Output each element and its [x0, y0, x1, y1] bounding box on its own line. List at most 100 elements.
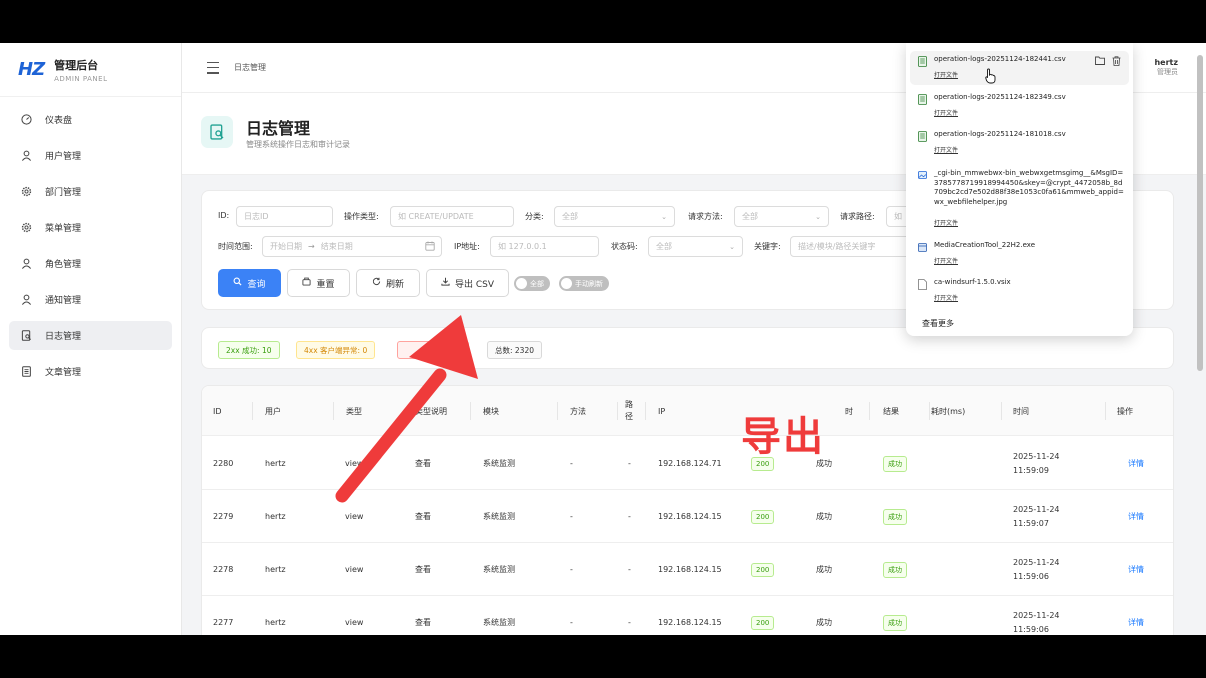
download-actions: [1095, 56, 1121, 69]
article-icon: [20, 366, 32, 378]
result-tag: 成功: [883, 614, 907, 631]
cell-result: 成功: [883, 543, 907, 596]
all-toggle[interactable]: 全部: [514, 276, 550, 291]
id-label: ID:: [218, 211, 230, 220]
csv-file-icon: [918, 131, 927, 142]
sidebar-item-menus[interactable]: 菜单管理: [9, 213, 172, 242]
download-item[interactable]: ca-windsurf-1.5.0.vsix 打开文件: [910, 274, 1129, 308]
cell-path: -: [628, 565, 631, 574]
scrollbar[interactable]: [1197, 55, 1203, 371]
detail-link[interactable]: 详情: [1128, 596, 1144, 635]
query-button[interactable]: 查询: [218, 269, 281, 297]
sidebar: HZ 管理后台 ADMIN PANEL 仪表盘 用户管理 部门管理 菜单管理 角…: [0, 43, 182, 635]
app-logo[interactable]: HZ 管理后台 ADMIN PANEL: [0, 43, 181, 97]
column-divider: [1001, 402, 1002, 420]
manual-refresh-toggle[interactable]: 手动刷新: [559, 276, 609, 291]
refresh-button[interactable]: 刷新: [356, 269, 420, 297]
sidebar-item-label: 角色管理: [45, 260, 82, 270]
open-file-link[interactable]: 打开文件: [934, 218, 958, 227]
column-divider: [557, 402, 558, 420]
cell-type: view: [345, 512, 364, 521]
th-result[interactable]: 结果: [883, 386, 899, 436]
cell-method: -: [570, 618, 573, 627]
sidebar-item-departments[interactable]: 部门管理: [9, 177, 172, 206]
method-select[interactable]: 全部 ⌄: [734, 206, 829, 227]
delete-icon[interactable]: [1112, 56, 1121, 69]
th-method[interactable]: 方法: [570, 386, 586, 436]
th-user[interactable]: 用户: [265, 386, 281, 436]
download-item[interactable]: operation-logs-20251124-181018.csv 打开文件: [910, 126, 1129, 160]
date-range-picker[interactable]: 开始日期 → 结束日期: [262, 236, 442, 257]
download-item[interactable]: MediaCreationTool_22H2.exe 打开文件: [910, 237, 1129, 271]
detail-link[interactable]: 详情: [1128, 490, 1144, 543]
status-tag: 200: [751, 509, 775, 524]
download-filename: ca-windsurf-1.5.0.vsix: [934, 278, 1011, 286]
column-divider: [252, 402, 253, 420]
open-file-link[interactable]: 打开文件: [934, 145, 958, 154]
cell-user: hertz: [265, 618, 286, 627]
cell-date: 2025-11-24: [1013, 504, 1060, 514]
menu-toggle-icon[interactable]: [207, 61, 219, 74]
page-title: 日志管理: [246, 119, 311, 138]
id-input[interactable]: 日志ID: [236, 206, 333, 227]
download-filename: operation-logs-20251124-182349.csv: [934, 93, 1066, 101]
refresh-label: 刷新: [385, 279, 404, 290]
result-tag: 成功: [883, 561, 907, 578]
status-code-select[interactable]: 全部 ⌄: [648, 236, 743, 257]
cell-ip: 192.168.124.15: [658, 565, 722, 574]
th-time[interactable]: 时间: [1013, 386, 1029, 436]
download-item[interactable]: operation-logs-20251124-182349.csv 打开文件: [910, 89, 1129, 123]
th-type-desc[interactable]: 类型说明: [415, 386, 447, 436]
op-type-input[interactable]: 如 CREATE/UPDATE: [390, 206, 514, 227]
sidebar-item-logs[interactable]: 日志管理: [9, 321, 172, 350]
cell-module: 系统监测: [483, 512, 515, 521]
th-status-tail[interactable]: 时: [845, 386, 853, 436]
sidebar-item-users[interactable]: 用户管理: [9, 141, 172, 170]
th-duration[interactable]: 耗时(ms): [931, 386, 965, 436]
open-file-link[interactable]: 打开文件: [934, 293, 958, 302]
ip-input[interactable]: 如 127.0.0.1: [490, 236, 599, 257]
column-divider: [929, 402, 930, 420]
folder-icon[interactable]: [1095, 56, 1105, 69]
download-item[interactable]: operation-logs-20251124-182441.csv 打开文件: [910, 51, 1129, 85]
th-type[interactable]: 类型: [346, 386, 362, 436]
sidebar-item-label: 日志管理: [45, 332, 82, 342]
result-tag: 成功: [883, 508, 907, 525]
cell-module: 系统监测: [483, 618, 515, 627]
th-id[interactable]: ID: [213, 386, 222, 436]
download-item[interactable]: _cgi-bin_mmwebwx-bin_webwxgetmsgimg__&Ms…: [910, 165, 1129, 231]
reset-label: 重置: [316, 279, 335, 290]
detail-link[interactable]: 详情: [1128, 543, 1144, 596]
sidebar-item-articles[interactable]: 文章管理: [9, 357, 172, 386]
th-ip[interactable]: IP: [658, 386, 665, 436]
export-csv-button[interactable]: 导出 CSV: [426, 269, 509, 297]
start-date-input[interactable]: 开始日期: [270, 241, 302, 252]
stat-4xx-badge: 4xx 客户端异常: 0: [296, 341, 376, 359]
column-divider: [1105, 402, 1106, 420]
th-module[interactable]: 模块: [483, 386, 499, 436]
sidebar-item-roles[interactable]: 角色管理: [9, 249, 172, 278]
cell-user: hertz: [265, 512, 286, 521]
downloads-panel: operation-logs-20251124-182441.csv 打开文件 …: [906, 43, 1133, 336]
sidebar-item-dashboard[interactable]: 仪表盘: [9, 105, 172, 134]
category-select[interactable]: 全部 ⌄: [554, 206, 675, 227]
cell-user: hertz: [265, 565, 286, 574]
breadcrumb[interactable]: 日志管理: [234, 62, 266, 73]
see-more-link[interactable]: 查看更多: [922, 318, 954, 329]
file-icon: [918, 279, 927, 290]
query-label: 查询: [247, 279, 266, 290]
reset-button[interactable]: 重置: [287, 269, 350, 297]
th-actions[interactable]: 操作: [1117, 386, 1133, 436]
th-path[interactable]: 路径: [625, 386, 635, 436]
open-file-link[interactable]: 打开文件: [934, 70, 958, 79]
user-menu[interactable]: hertz 管理员: [1154, 58, 1178, 77]
status-code-label: 状态码:: [611, 242, 638, 251]
open-file-link[interactable]: 打开文件: [934, 108, 958, 117]
end-date-input[interactable]: 结束日期: [321, 241, 353, 252]
column-divider: [470, 402, 471, 420]
sidebar-item-notifications[interactable]: 通知管理: [9, 285, 172, 314]
all-toggle-label: 全部: [530, 279, 544, 288]
detail-link[interactable]: 详情: [1128, 437, 1144, 490]
cell-status-text: 成功: [816, 512, 832, 521]
open-file-link[interactable]: 打开文件: [934, 256, 958, 265]
